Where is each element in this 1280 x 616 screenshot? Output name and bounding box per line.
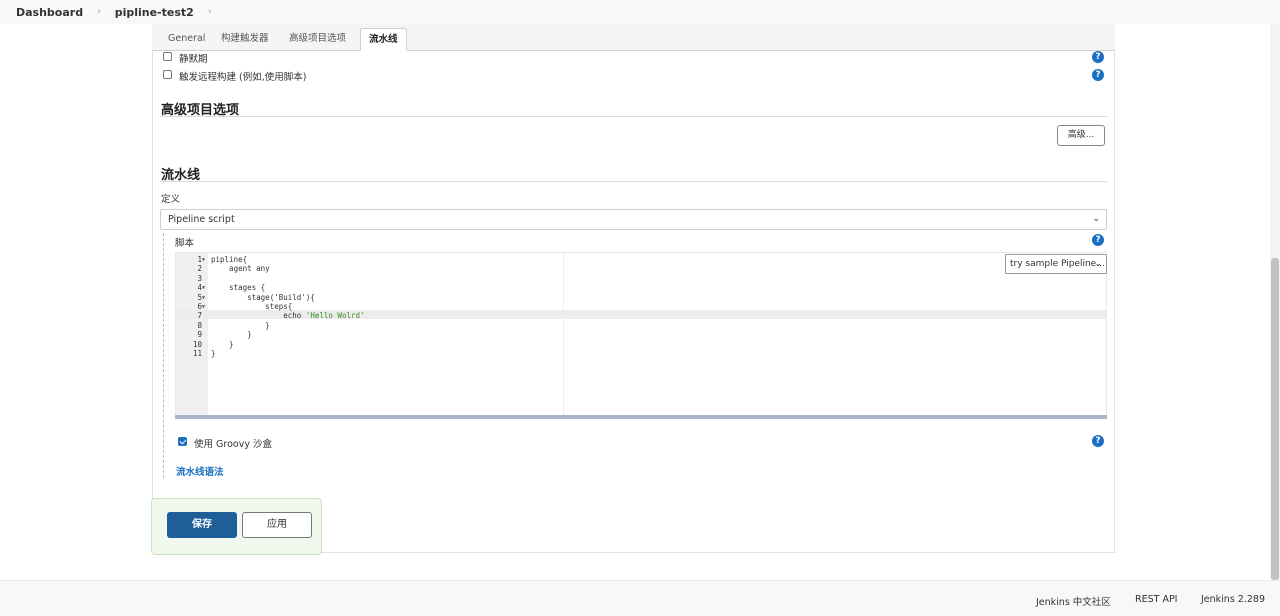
groovy-sandbox-checkbox[interactable] (178, 437, 187, 446)
code-line[interactable]: agent any (211, 264, 270, 273)
line-number: 9 (197, 330, 202, 340)
code-line[interactable]: steps{ (211, 302, 292, 311)
line-number: 11 (192, 349, 202, 358)
footer-community-link[interactable]: Jenkins 中文社区 (1036, 594, 1111, 608)
save-button[interactable]: 保存 (167, 512, 237, 538)
footer-rest-api-link[interactable]: REST API (1135, 594, 1178, 605)
page-scrollbar-thumb[interactable] (1271, 258, 1279, 580)
line-number: 6 (197, 302, 202, 311)
fold-toggle-icon[interactable]: ▼ (202, 304, 205, 310)
tab-pipeline[interactable]: 流水线 (360, 28, 407, 51)
tab-build-triggers[interactable]: 构建触发器 (213, 28, 277, 51)
code-line[interactable]: } (211, 349, 216, 358)
line-number: 1 (197, 255, 202, 264)
definition-select[interactable]: Pipeline script ⌄ (160, 209, 1107, 230)
advanced-button[interactable]: 高级... (1057, 125, 1105, 146)
tab-general[interactable]: General (160, 28, 213, 51)
script-label: 脚本 (175, 238, 195, 249)
definition-value: Pipeline script (168, 214, 235, 225)
code-line[interactable]: } (211, 340, 234, 349)
script-editor[interactable]: 1 ▼ pipline{2 agent any 3 4 ▼ stages {5 ▼ stag… (175, 252, 1107, 418)
breadcrumb-job[interactable]: pipline-test2 (115, 6, 194, 19)
sample-pipeline-select[interactable]: try sample Pipeline... ⌄ (1005, 254, 1107, 274)
breadcrumb: Dashboard › pipline-test2 › (0, 0, 1280, 24)
editor-print-margin (563, 253, 564, 417)
chevron-right-icon[interactable]: › (97, 7, 101, 17)
code-line[interactable]: } (211, 321, 270, 330)
help-icon[interactable]: ? (1092, 435, 1104, 447)
quiet-period-checkbox[interactable] (163, 52, 172, 61)
code-string: 'Hello Wolrd' (305, 311, 365, 321)
apply-button[interactable]: 应用 (242, 512, 312, 538)
tab-advanced-options[interactable]: 高级项目选项 (281, 28, 354, 51)
tab-bar: General 构建触发器 高级项目选项 流水线 (152, 24, 1115, 51)
fold-toggle-icon[interactable]: ▼ (202, 295, 205, 301)
line-number: 5 (197, 292, 202, 302)
section-divider (160, 181, 1107, 182)
line-number: 3 (197, 273, 202, 283)
code-line[interactable]: pipline{ (211, 255, 247, 264)
help-icon[interactable]: ? (1092, 51, 1104, 63)
fold-toggle-icon[interactable]: ▼ (202, 285, 205, 291)
chevron-down-icon: ⌄ (1092, 214, 1100, 224)
line-number: 10 (192, 339, 202, 349)
groovy-sandbox-label: 使用 Groovy 沙盒 (194, 439, 272, 450)
chevron-down-icon: ⌄ (1094, 259, 1102, 269)
help-icon[interactable]: ? (1092, 69, 1104, 81)
pipeline-syntax-link[interactable]: 流水线语法 (176, 464, 224, 478)
code-line[interactable]: echo 'Hello Wolrd' (211, 311, 365, 321)
remote-trigger-label: 触发远程构建 (例如,使用脚本) (179, 72, 307, 83)
quiet-period-label: 静默期 (179, 54, 208, 65)
page-left-margin (0, 24, 152, 580)
script-section-border (163, 233, 164, 478)
breadcrumb-dashboard[interactable]: Dashboard (16, 6, 83, 19)
line-number: 4 (197, 283, 202, 293)
section-divider (160, 116, 1107, 117)
editor-resize-bar[interactable] (175, 415, 1107, 419)
footer-version-link[interactable]: Jenkins 2.289 (1201, 594, 1265, 605)
line-number: 8 (197, 320, 202, 330)
remote-trigger-checkbox[interactable] (163, 70, 172, 79)
definition-label: 定义 (161, 194, 181, 205)
sample-pipeline-value: try sample Pipeline... (1010, 259, 1105, 269)
code-line[interactable]: stages { (211, 283, 265, 292)
line-number: 7 (197, 311, 202, 321)
fold-toggle-icon[interactable]: ▼ (202, 257, 205, 263)
code-line[interactable]: } (211, 330, 252, 339)
chevron-right-icon[interactable]: › (208, 7, 212, 17)
line-number: 2 (197, 264, 202, 274)
code-line[interactable]: stage('Build'){ (211, 293, 315, 302)
help-icon[interactable]: ? (1092, 234, 1104, 246)
